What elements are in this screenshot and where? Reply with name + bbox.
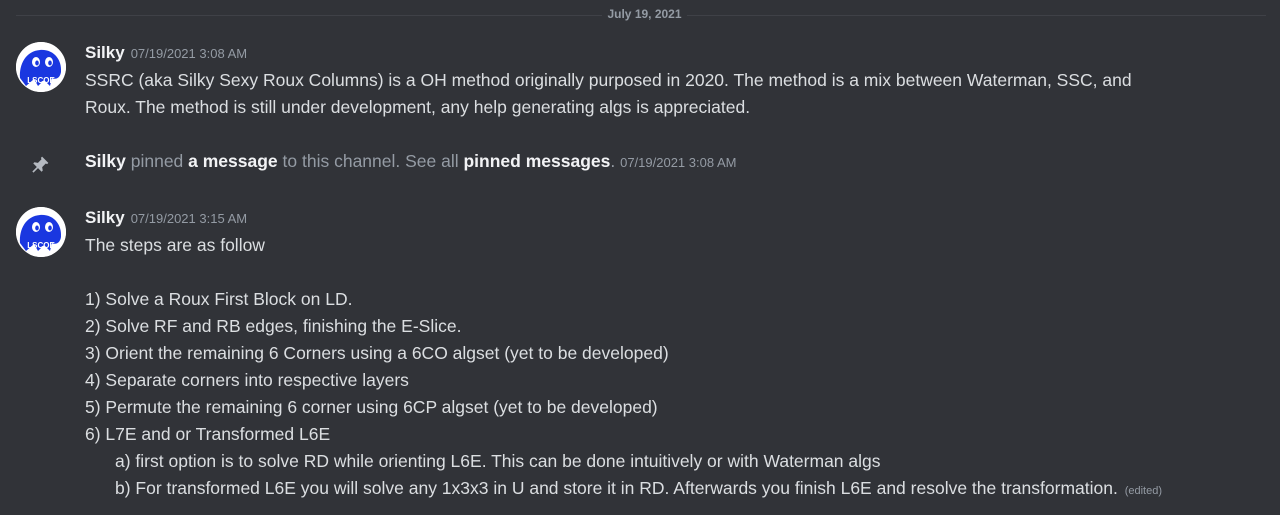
pin-icon: [32, 156, 49, 173]
timestamp[interactable]: 07/19/2021 3:08 AM: [131, 46, 247, 61]
system-pin-message: Silky pinned a message to this channel. …: [0, 150, 1280, 176]
avatar[interactable]: LSCOE: [16, 207, 66, 257]
avatar-caption: LSCOE: [27, 241, 55, 250]
message-line: a) first option is to solve RD while ori…: [115, 451, 881, 471]
message-line: 6) L7E and or Transformed L6E: [85, 424, 331, 444]
username[interactable]: Silky: [85, 208, 125, 227]
avatar-caption: LSCOE: [27, 76, 55, 85]
avatar[interactable]: LSCOE: [16, 42, 66, 92]
avatar-blob-icon: LSCOE: [16, 42, 66, 92]
message-line: 4) Separate corners into respective laye…: [85, 370, 409, 390]
message-line: 5) Permute the remaining 6 corner using …: [85, 397, 658, 417]
message-line: 2) Solve RF and RB edges, finishing the …: [85, 316, 462, 336]
message-line: Roux. The method is still under developm…: [85, 97, 751, 117]
message-line-last: b) For transformed L6E you will solve an…: [85, 475, 1225, 502]
edited-label: (edited): [1124, 485, 1163, 497]
message-content: SSRC (aka Silky Sexy Roux Columns) is a …: [85, 67, 1225, 121]
pin-timestamp[interactable]: 07/19/2021 3:08 AM: [620, 155, 736, 170]
pin-text-1: pinned: [125, 151, 189, 171]
pin-text: Silky pinned a message to this channel. …: [85, 151, 736, 172]
pin-text-2: to this channel. See all: [277, 151, 464, 171]
avatar-blob-icon: LSCOE: [16, 207, 66, 257]
message-line-text: b) For transformed L6E you will solve an…: [115, 478, 1118, 498]
message-line: 3) Orient the remaining 6 Corners using …: [85, 343, 669, 363]
timestamp[interactable]: 07/19/2021 3:15 AM: [131, 211, 247, 226]
message-line: 1) Solve a Roux First Block on LD.: [85, 289, 353, 309]
date-divider-label: July 19, 2021: [602, 7, 687, 21]
pinned-messages-link[interactable]: pinned messages: [463, 151, 610, 171]
message-line: SSRC (aka Silky Sexy Roux Columns) is a …: [85, 70, 1132, 90]
username[interactable]: Silky: [85, 43, 125, 62]
pinned-message-link[interactable]: a message: [188, 151, 278, 171]
pin-text-3: .: [610, 151, 621, 171]
message-content: The steps are as follow 1) Solve a Roux …: [85, 232, 1225, 502]
message-header: Silky 07/19/2021 3:08 AM: [85, 43, 247, 63]
message-header: Silky 07/19/2021 3:15 AM: [85, 208, 247, 228]
message-line: The steps are as follow: [85, 235, 265, 255]
pin-username[interactable]: Silky: [85, 151, 126, 171]
date-divider: July 19, 2021: [0, 7, 1280, 21]
